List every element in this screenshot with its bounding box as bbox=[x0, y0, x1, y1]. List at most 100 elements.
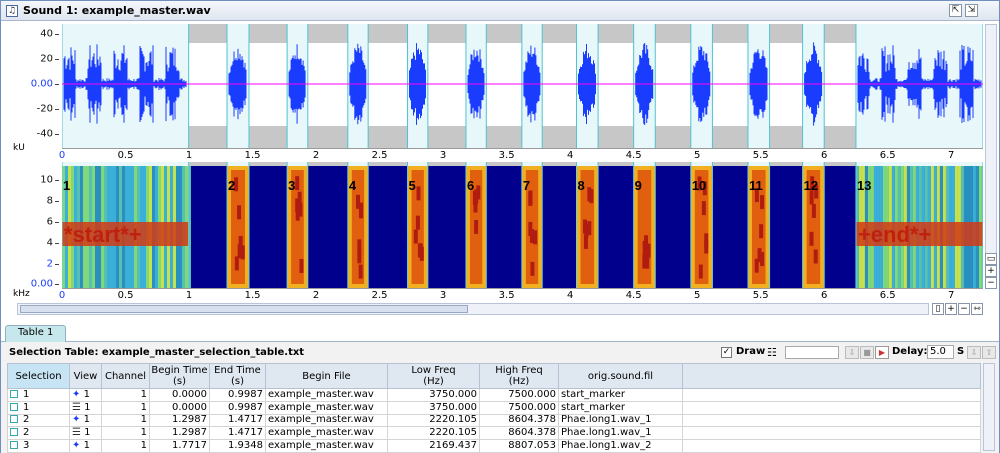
move-down-icon[interactable]: ⇩ bbox=[967, 346, 981, 359]
title-bar[interactable]: ♫ Sound 1: example_master.wav ⇱ ⇲ bbox=[1, 1, 999, 21]
table-cell[interactable]: 1.9348 bbox=[209, 439, 266, 453]
column-header[interactable]: Low Freq (Hz) bbox=[387, 363, 480, 389]
table-cell[interactable] bbox=[682, 400, 981, 415]
table-cell[interactable]: Phae.long1.wav_1 bbox=[558, 426, 683, 441]
table-cell[interactable]: 1 bbox=[7, 388, 70, 402]
table-cell[interactable]: ✦ 1 bbox=[69, 388, 102, 402]
horizontal-scroll-thumb[interactable] bbox=[20, 305, 468, 313]
table-cell[interactable]: 3750.000 bbox=[387, 400, 480, 415]
waveform-plot[interactable] bbox=[62, 24, 983, 166]
table-cell[interactable]: 1.2987 bbox=[149, 426, 210, 441]
undock-icon[interactable]: ⇱ bbox=[949, 4, 962, 17]
table-cell[interactable]: 7500.000 bbox=[479, 388, 559, 402]
delay-input[interactable]: 5.0 bbox=[927, 345, 954, 359]
spectrogram-y-tick-mark bbox=[55, 264, 59, 265]
table-cell[interactable]: 2220.105 bbox=[387, 413, 480, 428]
zoom-selection-icon[interactable]: ▯ bbox=[932, 303, 944, 315]
vertical-zoom-bar[interactable]: ▭ + − bbox=[985, 24, 997, 289]
table-vertical-scrollbar[interactable] bbox=[983, 363, 995, 451]
table-cell[interactable]: 2 bbox=[7, 426, 70, 441]
x-tick-label: 1.5 bbox=[244, 290, 261, 301]
table-cell[interactable]: 1 bbox=[101, 400, 150, 415]
previous-selection-icon[interactable]: ⇩ bbox=[845, 346, 859, 359]
table-row[interactable]: 3 ✦ 1 1 1.7717 1.9348 example_master.wav 2169.… bbox=[7, 439, 981, 453]
table-cell[interactable]: 2220.105 bbox=[387, 426, 480, 441]
column-header[interactable]: Selection bbox=[7, 363, 70, 389]
table-cell[interactable]: 1.7717 bbox=[149, 439, 210, 453]
row-checkbox[interactable] bbox=[10, 389, 18, 398]
column-header[interactable]: End Time (s) bbox=[209, 363, 266, 389]
table-cell[interactable]: 1 bbox=[101, 388, 150, 402]
table-cell[interactable]: start_marker bbox=[558, 388, 683, 402]
table-cell[interactable]: 8604.378 bbox=[479, 426, 559, 441]
table-cell[interactable] bbox=[682, 439, 981, 453]
table-cell[interactable]: 2 bbox=[7, 413, 70, 428]
table-cell[interactable]: 3750.000 bbox=[387, 388, 480, 402]
table-cell[interactable]: 7500.000 bbox=[479, 400, 559, 415]
table-cell[interactable]: ✦ 1 bbox=[69, 413, 102, 428]
zoom-out-horizontal-icon[interactable]: − bbox=[958, 303, 970, 315]
column-header[interactable]: Begin File bbox=[265, 363, 388, 389]
table-cell[interactable]: example_master.wav bbox=[265, 439, 388, 453]
draw-checkbox[interactable]: ✓ bbox=[721, 347, 732, 358]
table-cell[interactable]: 1.2987 bbox=[149, 413, 210, 428]
table-cell[interactable]: example_master.wav bbox=[265, 400, 388, 415]
table-cell[interactable]: 0.9987 bbox=[209, 388, 266, 402]
horizontal-scrollbar[interactable] bbox=[17, 303, 929, 315]
table-row[interactable]: 2 ☰ 1 1 1.2987 1.4717 example_master.wav 2220.… bbox=[7, 426, 981, 441]
table-cell[interactable]: example_master.wav bbox=[265, 426, 388, 441]
table-cell[interactable]: start_marker bbox=[558, 400, 683, 415]
zoom-in-vertical-icon[interactable]: + bbox=[985, 265, 997, 277]
table-cell[interactable]: 3 bbox=[7, 439, 70, 453]
zoom-in-horizontal-icon[interactable]: + bbox=[945, 303, 957, 315]
table-cell[interactable]: 0.0000 bbox=[149, 388, 210, 402]
row-checkbox[interactable] bbox=[10, 428, 18, 437]
row-checkbox[interactable] bbox=[10, 415, 18, 424]
spectrogram-plot[interactable]: 1 2 3 4 5 6 7 8 9 10 11 12 13 *start*+ +end*+ bbox=[62, 166, 983, 288]
table-cell[interactable]: 0.0000 bbox=[149, 400, 210, 415]
dock-icon[interactable]: ⇲ bbox=[965, 4, 978, 17]
table-cell[interactable]: 1 bbox=[101, 413, 150, 428]
table-row[interactable]: 1 ✦ 1 1 0.0000 0.9987 example_master.wav 3750.… bbox=[7, 388, 981, 402]
table-cell[interactable]: example_master.wav bbox=[265, 388, 388, 402]
column-header[interactable]: orig.sound.fil bbox=[558, 363, 683, 389]
table-cell[interactable]: Phae.long1.wav_2 bbox=[558, 439, 683, 453]
table-cell[interactable]: 1 bbox=[7, 400, 70, 415]
move-up-icon[interactable]: ⇧ bbox=[982, 346, 996, 359]
table-cell[interactable] bbox=[682, 388, 981, 402]
column-header[interactable]: Begin Time (s) bbox=[149, 363, 210, 389]
row-checkbox[interactable] bbox=[10, 402, 18, 411]
table-row[interactable]: 1 ☰ 1 1 0.0000 0.9987 example_master.wav 3750.… bbox=[7, 400, 981, 415]
table-cell[interactable]: ✦ 1 bbox=[69, 439, 102, 453]
column-header[interactable]: View bbox=[69, 363, 102, 389]
table-cell[interactable]: 1.4717 bbox=[209, 426, 266, 441]
column-header[interactable]: Channel bbox=[101, 363, 150, 389]
x-tick-label: 4 bbox=[566, 150, 574, 161]
table-cell[interactable]: 8807.053 bbox=[479, 439, 559, 453]
spectrogram-energy bbox=[759, 224, 764, 239]
search-input[interactable] bbox=[785, 346, 839, 359]
table-format-icon[interactable]: ☷ bbox=[767, 346, 777, 359]
table-cell[interactable]: ☰ 1 bbox=[69, 400, 102, 415]
table-cell[interactable] bbox=[682, 413, 981, 428]
column-header[interactable]: High Freq (Hz) bbox=[479, 363, 559, 389]
zoom-out-vertical-icon[interactable]: − bbox=[985, 277, 997, 289]
table-cell[interactable]: 1 bbox=[101, 439, 150, 453]
table-cell[interactable]: example_master.wav bbox=[265, 413, 388, 428]
table-cell[interactable]: 1 bbox=[101, 426, 150, 441]
zoom-full-icon[interactable]: ⇿ bbox=[971, 303, 983, 315]
table-row[interactable]: 2 ✦ 1 1 1.2987 1.4717 example_master.wav 2220.… bbox=[7, 413, 981, 428]
table-cell[interactable]: 0.9987 bbox=[209, 400, 266, 415]
play-selection-icon[interactable]: ▶ bbox=[875, 346, 889, 359]
table-cell[interactable]: 2169.437 bbox=[387, 439, 480, 453]
row-checkbox[interactable] bbox=[10, 441, 18, 450]
stop-icon[interactable]: ■ bbox=[860, 346, 874, 359]
table-cell[interactable]: Phae.long1.wav_1 bbox=[558, 413, 683, 428]
tab-table-1[interactable]: Table 1 bbox=[5, 325, 67, 342]
x-tick-label: 6 bbox=[821, 290, 828, 301]
table-cell[interactable]: ☰ 1 bbox=[69, 426, 102, 441]
table-cell[interactable]: 1.4717 bbox=[209, 413, 266, 428]
table-cell[interactable]: 8604.378 bbox=[479, 413, 559, 428]
zoom-fit-icon[interactable]: ▭ bbox=[985, 253, 997, 265]
table-cell[interactable] bbox=[682, 426, 981, 441]
